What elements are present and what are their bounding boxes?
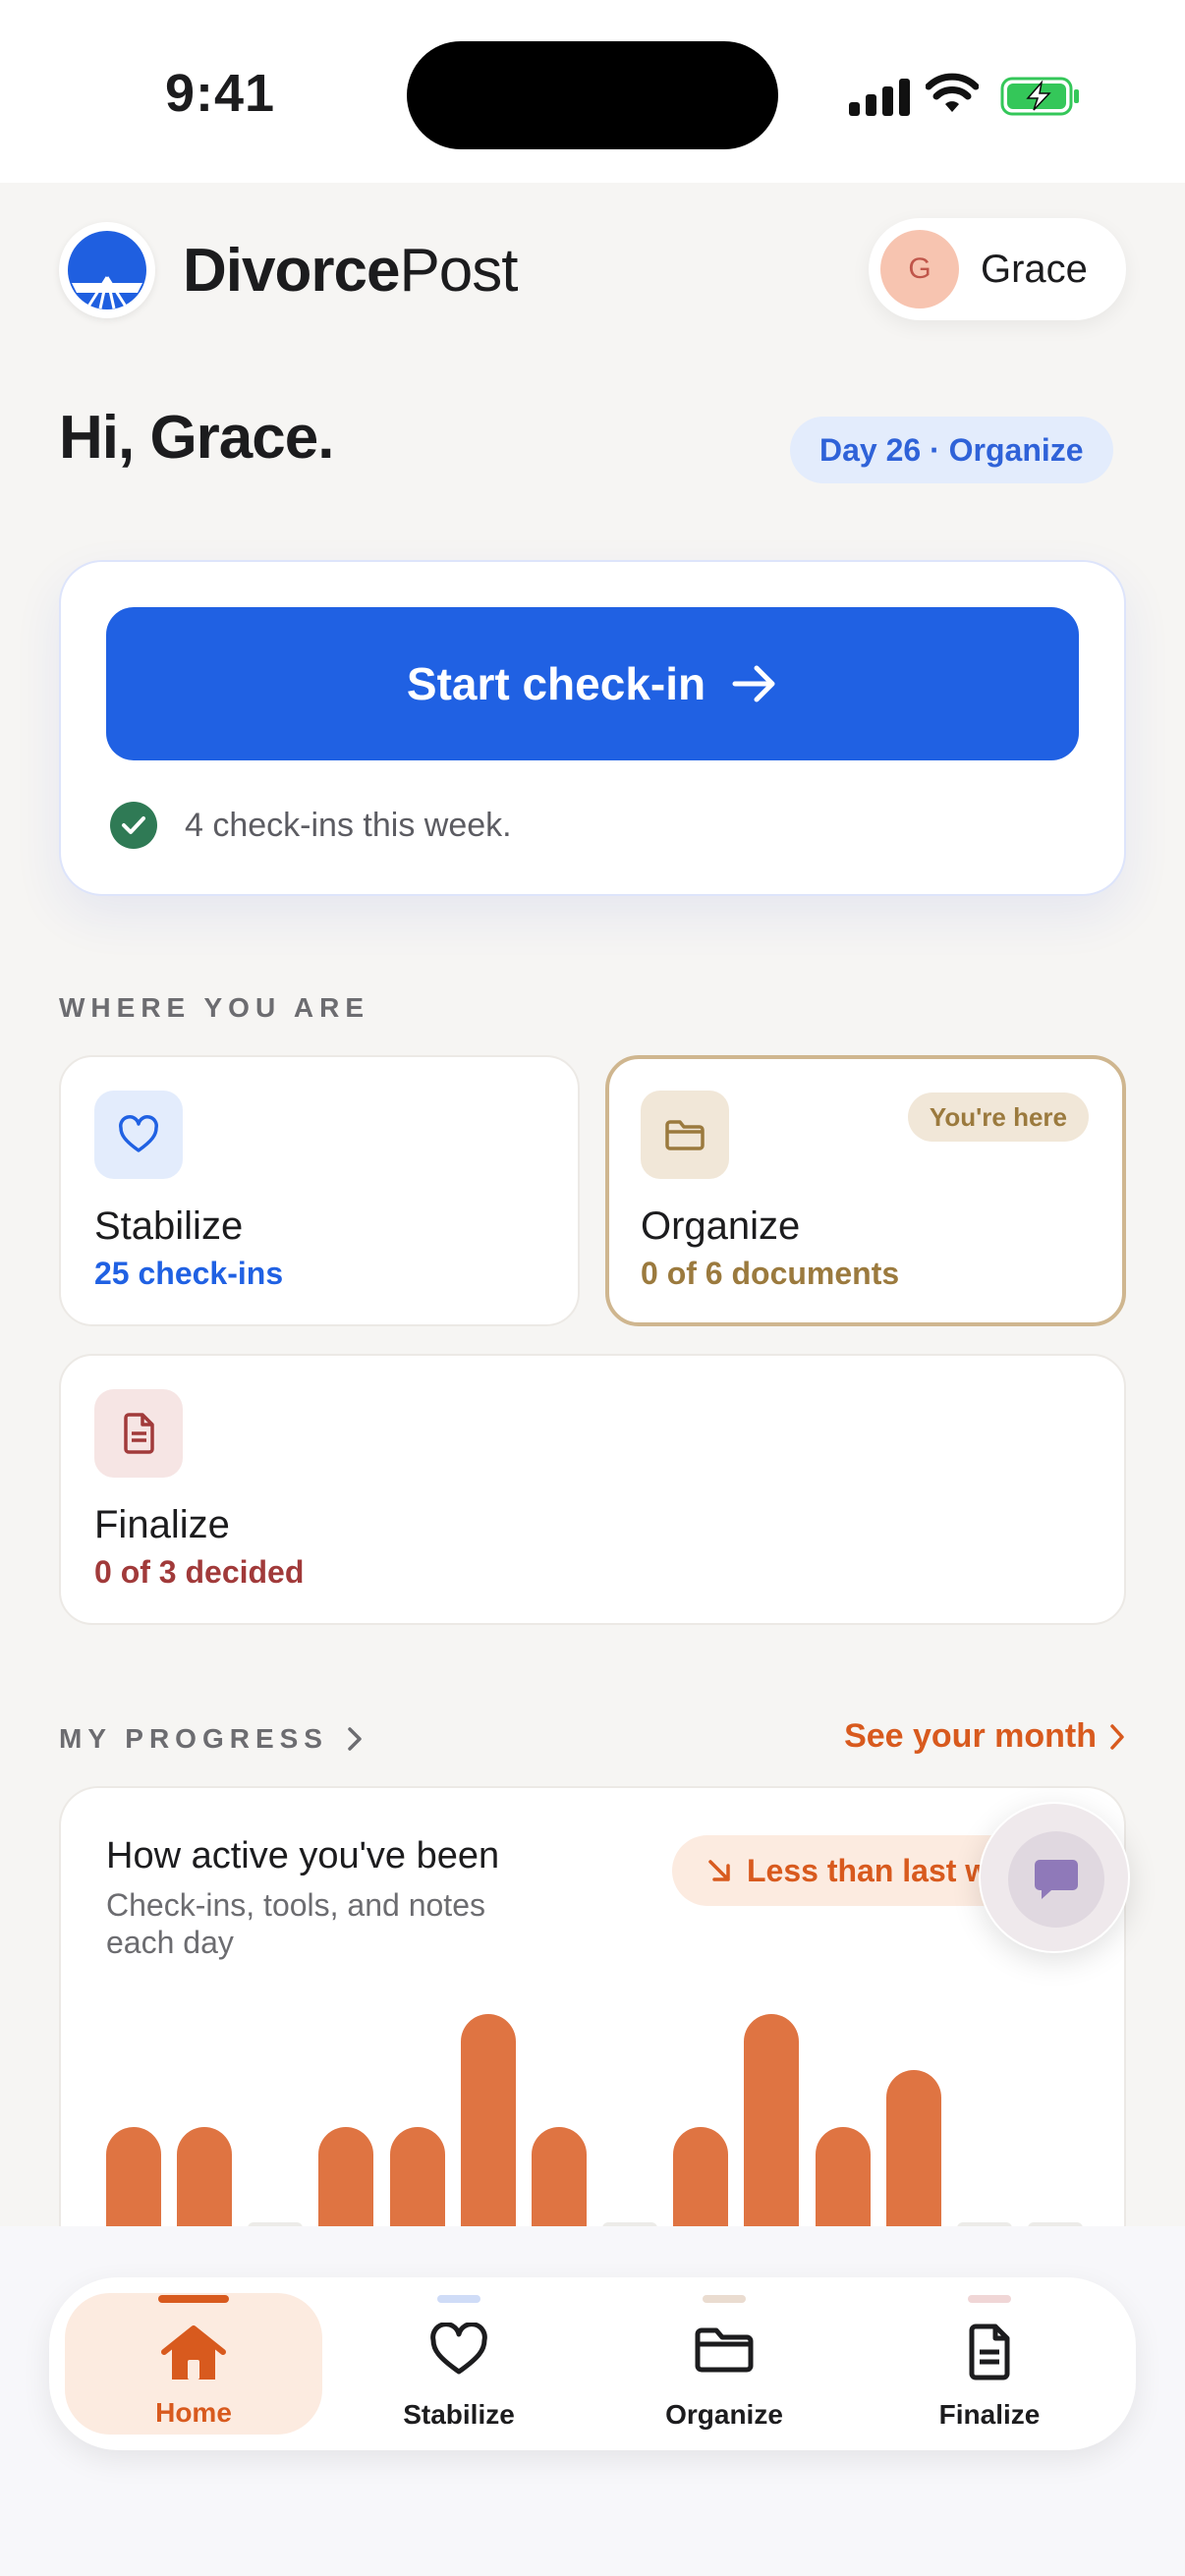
- phase-title: Organize: [641, 1204, 801, 1248]
- document-icon: [94, 1389, 183, 1478]
- folder-icon: [695, 2327, 754, 2373]
- brand-name: DivorcePost: [183, 237, 519, 305]
- see-your-month-link[interactable]: See your month: [844, 1717, 1126, 1756]
- activity-bar: [886, 2070, 941, 2238]
- chat-bubble-icon: [1008, 1831, 1104, 1928]
- tab-label: Stabilize: [403, 2399, 515, 2430]
- activity-card[interactable]: How active you've been Check-ins, tools,…: [59, 1786, 1126, 2238]
- activity-bar: [673, 2127, 728, 2238]
- phase-card-organize[interactable]: You're here Organize 0 of 6 documents: [605, 1055, 1126, 1326]
- activity-bar: [744, 2014, 799, 2238]
- activity-card-subtitle: Check-ins, tools, and notes each day: [106, 1887, 485, 1961]
- app-header: DivorcePost G Grace: [0, 183, 1185, 360]
- tab-label: Finalize: [938, 2399, 1041, 2430]
- weekly-checkins-text: 4 check-ins this week.: [185, 806, 512, 844]
- chevron-right-icon: [1110, 1723, 1124, 1750]
- home-icon: [161, 2325, 226, 2380]
- trend-badge-label: Less than last w: [747, 1852, 990, 1888]
- brand-logo: [59, 222, 155, 318]
- start-checkin-button[interactable]: Start check-in: [106, 607, 1079, 760]
- dynamic-island: [407, 41, 778, 149]
- day-phase-badge: Day 26 · Organize: [790, 417, 1113, 483]
- trend-badge: Less than last w: [672, 1835, 1024, 1906]
- chevron-right-icon: [348, 1727, 362, 1751]
- my-progress-link[interactable]: MY PROGRESS: [59, 1723, 364, 1755]
- tab-home[interactable]: Home: [65, 2293, 322, 2435]
- arrow-down-right-icon: [708, 1860, 730, 1881]
- document-icon: [969, 2324, 1010, 2380]
- avatar: G: [880, 230, 959, 308]
- tab-label: Organize: [665, 2399, 783, 2430]
- tab-stabilize[interactable]: Stabilize: [330, 2277, 588, 2450]
- heart-icon: [94, 1091, 183, 1179]
- activity-bar: [461, 2014, 516, 2238]
- phase-card-finalize[interactable]: Finalize 0 of 3 decided: [59, 1354, 1126, 1625]
- tab-indicator: [158, 2295, 229, 2303]
- checkin-card: Start check-in 4 check-ins this week.: [59, 560, 1126, 896]
- status-bar: 9:41: [0, 0, 1185, 183]
- phase-title: Finalize: [94, 1503, 230, 1546]
- my-progress-heading: MY PROGRESS: [59, 1723, 328, 1754]
- arrow-right-icon: [732, 665, 775, 702]
- user-name: Grace: [981, 248, 1088, 291]
- see-your-month-label: See your month: [844, 1717, 1097, 1755]
- weekly-checkins-status: 4 check-ins this week.: [110, 802, 512, 849]
- where-you-are-heading: WHERE YOU ARE: [59, 992, 370, 1023]
- activity-bar: [106, 2127, 161, 2238]
- phase-subtitle: 25 check-ins: [94, 1256, 284, 1291]
- status-time: 9:41: [165, 64, 276, 123]
- activity-card-title: How active you've been: [106, 1835, 500, 1876]
- activity-bar: [390, 2127, 445, 2238]
- phase-card-stabilize[interactable]: Stabilize 25 check-ins: [59, 1055, 580, 1326]
- tab-indicator: [968, 2295, 1011, 2303]
- current-phase-badge: You're here: [907, 1092, 1089, 1142]
- phase-subtitle: 0 of 6 documents: [641, 1256, 900, 1291]
- start-checkin-label: Start check-in: [406, 658, 706, 709]
- bottom-tab-bar: Home Stabilize Organize Finalize: [49, 2277, 1136, 2450]
- checkmark-icon: [110, 802, 157, 849]
- folder-icon: [641, 1091, 729, 1179]
- tab-finalize[interactable]: Finalize: [861, 2277, 1118, 2450]
- tab-organize[interactable]: Organize: [595, 2277, 853, 2450]
- activity-bar: [318, 2127, 373, 2238]
- activity-bar: [177, 2127, 232, 2238]
- tab-indicator: [703, 2295, 746, 2303]
- greeting-heading: Hi, Grace.: [59, 404, 334, 472]
- chat-button[interactable]: [979, 1802, 1130, 1953]
- tab-label: Home: [155, 2397, 232, 2428]
- user-profile-button[interactable]: G Grace: [869, 218, 1126, 320]
- cellular-signal-icon: [849, 79, 910, 116]
- activity-bar: [816, 2127, 871, 2238]
- battery-charging-icon: [1000, 77, 1079, 116]
- activity-bar-chart: [106, 1994, 1083, 2238]
- phase-subtitle: 0 of 3 decided: [94, 1554, 305, 1590]
- wifi-icon: [926, 73, 979, 112]
- heart-icon: [430, 2323, 487, 2375]
- activity-bar: [532, 2127, 587, 2238]
- phase-title: Stabilize: [94, 1204, 244, 1248]
- tab-indicator: [437, 2295, 480, 2303]
